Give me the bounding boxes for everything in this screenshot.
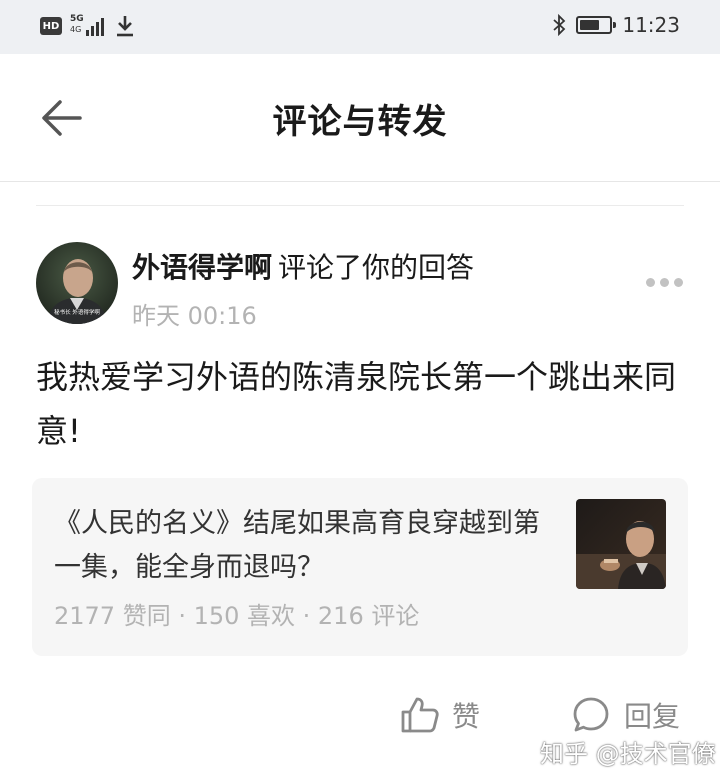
avatar-caption: 秘书长 外语得学啊: [54, 308, 100, 316]
status-bar: HD 5G 4G 11:23: [0, 0, 720, 54]
thumbs-up-icon: [401, 697, 439, 733]
author-name[interactable]: 外语得学啊: [132, 251, 272, 284]
like-label: 赞: [452, 700, 481, 733]
reply-label: 回复: [624, 700, 681, 733]
quoted-answer-thumbnail: [576, 499, 666, 589]
more-options-button[interactable]: [646, 272, 686, 292]
more-icon: [646, 277, 655, 287]
watermark: 知乎 @技术官僚: [540, 740, 716, 768]
comment-time: 昨天 00:16: [132, 302, 257, 330]
quoted-answer-title: 《人民的名义》结尾如果高育良穿越到第一集，能全身而退吗？: [54, 508, 540, 583]
avatar[interactable]: 秘书长 外语得学啊: [36, 242, 118, 324]
signal-icon: 5G 4G: [70, 14, 106, 38]
status-time: 11:23: [622, 13, 680, 37]
header: 评论与转发: [0, 54, 720, 182]
comment-header: 外语得学啊 评论了你的回答: [132, 246, 474, 286]
quoted-answer-meta: 2177 赞同 · 150 喜欢 · 216 评论: [54, 602, 420, 630]
avatar-image: 秘书长 外语得学啊: [36, 242, 118, 324]
download-icon: [117, 16, 133, 37]
more-icon-dot: [674, 277, 683, 287]
hd-icon: HD: [40, 17, 62, 35]
more-icon-dot: [660, 277, 669, 287]
comment-text: 我热爱学习外语的陈清泉院长第一个跳出来同意!: [36, 358, 677, 450]
divider: [36, 205, 684, 206]
battery-icon: [576, 16, 617, 34]
bluetooth-icon: [553, 13, 566, 37]
status-right: 11:23: [552, 13, 680, 37]
status-left: HD 5G 4G: [40, 14, 136, 38]
page-title: 评论与转发: [272, 102, 448, 142]
like-button[interactable]: 赞: [400, 695, 480, 735]
reply-button[interactable]: 回复: [572, 695, 680, 735]
network-sub-label: 4G: [70, 25, 82, 34]
comment-bubble-icon: [573, 697, 609, 732]
network-label: 5G: [70, 14, 84, 24]
quoted-answer-card[interactable]: 《人民的名义》结尾如果高育良穿越到第一集，能全身而退吗？ 2177 赞同 · 1…: [32, 478, 688, 656]
comment-action: 评论了你的回答: [278, 251, 475, 284]
